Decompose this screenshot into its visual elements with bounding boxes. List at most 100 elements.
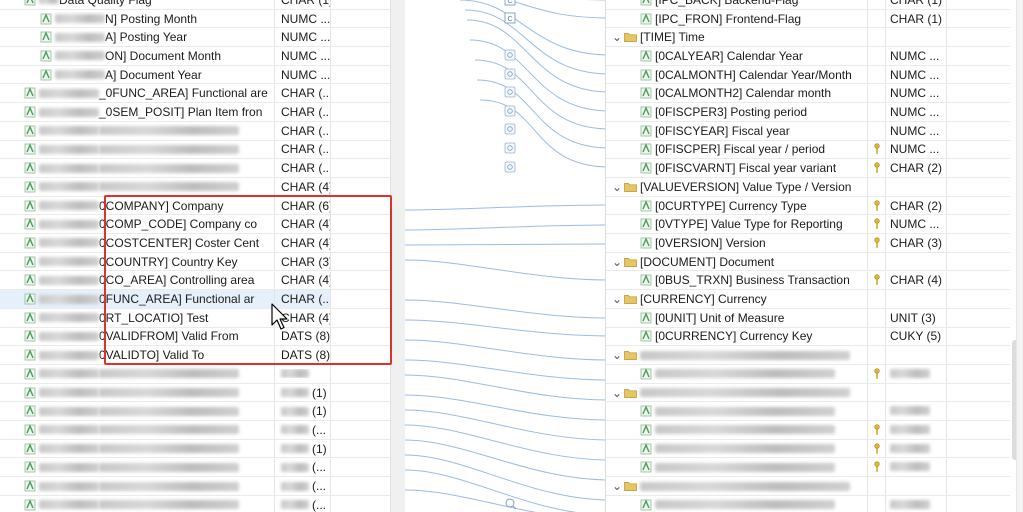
source-field-row[interactable]: 0VALIDTO] Valid To DATS (8) xyxy=(0,346,390,365)
mapping-line[interactable] xyxy=(405,489,605,512)
target-field-row[interactable]: [0FISCPER3] Posting period NUMC ... xyxy=(606,103,1010,122)
transformation-rule-icon[interactable] xyxy=(504,161,516,173)
transformation-rule-icon[interactable] xyxy=(504,49,516,61)
source-field-row[interactable]: A] Document Year NUMC ... xyxy=(0,65,390,85)
transformation-rule-icon[interactable]: C xyxy=(504,12,516,24)
transformation-rule-icon[interactable] xyxy=(504,68,516,80)
source-field-row[interactable]: 0COSTCENTER] Coster Cent CHAR (4) xyxy=(0,234,390,253)
target-group-row[interactable]: ⌄ [DOCUMENT] Document xyxy=(606,252,1010,272)
target-field-row[interactable] xyxy=(606,495,1010,512)
mapping-line[interactable] xyxy=(405,259,605,281)
mapping-area: CC xyxy=(405,0,605,512)
mapping-line[interactable] xyxy=(405,439,605,481)
source-field-row[interactable]: (... xyxy=(0,421,390,440)
target-extra-cell xyxy=(946,9,1010,28)
target-field-row[interactable]: [0FISCYEAR] Fiscal year NUMC ... xyxy=(606,121,1010,141)
target-field-row[interactable]: [0BUS_TRXN] Business Transaction CHAR (4) xyxy=(606,271,1010,291)
source-field-row[interactable]: _0FUNC_AREA] Functional are CHAR (... xyxy=(0,84,390,104)
chevron-down-icon[interactable]: ⌄ xyxy=(610,181,624,193)
target-group-row[interactable]: ⌄ xyxy=(606,477,1010,496)
transformation-rule-icon[interactable]: C xyxy=(504,0,516,6)
chevron-down-icon[interactable]: ⌄ xyxy=(610,256,624,268)
mapping-line[interactable] xyxy=(479,99,605,168)
target-group-row[interactable]: ⌄ [TIME] Time xyxy=(606,28,1010,48)
mapping-line[interactable] xyxy=(405,243,605,246)
source-field-row[interactable]: 0FUNC_AREA] Functional ar CHAR (... xyxy=(0,290,390,309)
target-field-row[interactable] xyxy=(606,402,1010,422)
source-field-row[interactable]: N] Posting Month NUMC ... xyxy=(0,9,390,29)
source-field-name-cell: 0COMP_CODE] Company co xyxy=(0,215,275,234)
target-field-row[interactable]: [0FISCVARNT] Fiscal year variant CHAR (2) xyxy=(606,159,1010,178)
target-field-row[interactable]: [IPC_BACK] Backend-Flag CHAR (1) xyxy=(606,0,1010,10)
source-field-row[interactable]: CHAR (... xyxy=(0,140,390,160)
source-field-row[interactable]: CHAR (4) xyxy=(0,178,390,197)
source-field-row[interactable] xyxy=(0,365,390,384)
source-field-row[interactable]: (1) xyxy=(0,402,390,422)
source-field-row[interactable]: ON] Document Month NUMC ... xyxy=(0,47,390,66)
target-group-row[interactable]: ⌄ [CURRENCY] Currency xyxy=(606,290,1010,309)
chevron-down-icon[interactable]: ⌄ xyxy=(610,387,624,399)
source-field-row[interactable]: A] Posting Year NUMC ... xyxy=(0,28,390,48)
source-field-row[interactable]: (1) xyxy=(0,383,390,403)
source-field-row[interactable]: (... xyxy=(0,477,390,496)
target-field-row[interactable] xyxy=(606,365,1010,384)
target-field-row[interactable]: [IPC_FRON] Frontend-Flag CHAR (1) xyxy=(606,9,1010,29)
source-field-row[interactable]: CHAR (... xyxy=(0,159,390,178)
source-field-extra-cell xyxy=(330,215,390,234)
target-field-row[interactable] xyxy=(606,458,1010,478)
key-icon xyxy=(873,368,880,379)
source-field-row[interactable]: CHAR (... xyxy=(0,121,390,141)
target-group-row[interactable]: ⌄ [VALUEVERSION] Value Type / Version xyxy=(606,178,1010,197)
mapping-line[interactable] xyxy=(405,204,605,211)
source-field-row[interactable]: 0COUNTRY] Country Key CHAR (3) xyxy=(0,252,390,272)
key-cell xyxy=(868,327,886,346)
chevron-down-icon[interactable]: ⌄ xyxy=(610,349,624,361)
chevron-down-icon[interactable]: ⌄ xyxy=(610,31,624,43)
chevron-down-icon[interactable]: ⌄ xyxy=(610,480,624,492)
key-icon xyxy=(873,237,880,248)
field-icon xyxy=(40,50,52,62)
transformation-rule-icon[interactable] xyxy=(504,142,516,154)
target-field-row[interactable]: [0CALMONTH2] Calendar month NUMC ... xyxy=(606,84,1010,104)
source-field-row[interactable]: 0VALIDFROM] Valid From DATS (8) xyxy=(0,327,390,347)
transformation-rule-icon[interactable] xyxy=(504,123,516,135)
mapping-line[interactable] xyxy=(405,319,605,337)
target-field-row[interactable] xyxy=(606,421,1010,440)
target-field-row[interactable]: [0FISCPER] Fiscal year / period NUMC ... xyxy=(606,140,1010,160)
source-field-name-cell: 0COSTCENTER] Coster Cent xyxy=(0,234,275,252)
target-field-row[interactable]: [0CURRENCY] Currency Key CUKY (5) xyxy=(606,327,1010,347)
source-field-row[interactable]: (... xyxy=(0,495,390,512)
source-field-row[interactable]: 0COMP_CODE] Company co CHAR (4) xyxy=(0,215,390,235)
source-field-row[interactable]: Data Quality Flag CHAR (1) xyxy=(0,0,390,10)
field-icon xyxy=(24,424,36,436)
target-field-row[interactable]: [0CURTYPE] Currency Type CHAR (2) xyxy=(606,196,1010,216)
target-field-row[interactable]: [0VERSION] Version CHAR (3) xyxy=(606,234,1010,253)
mapping-line[interactable] xyxy=(405,339,605,361)
transformation-rule-icon[interactable] xyxy=(504,86,516,98)
target-field-row[interactable]: [0CALMONTH] Calendar Year/Month NUMC ... xyxy=(606,65,1010,85)
source-field-row[interactable]: 0RT_LOCATIO] Test CHAR (4) xyxy=(0,308,390,328)
source-field-row[interactable]: 0CO_AREA] Controlling area CHAR (4) xyxy=(0,271,390,291)
source-field-label: 0VALIDTO] Valid To xyxy=(99,348,205,363)
mapping-line[interactable] xyxy=(459,0,605,56)
source-field-row[interactable]: _0SEM_POSIT] Plan Item fron CHAR (... xyxy=(0,103,390,122)
left-scrollbar[interactable] xyxy=(390,0,405,512)
chevron-down-icon[interactable]: ⌄ xyxy=(610,293,624,305)
mapping-line[interactable] xyxy=(465,0,605,19)
target-field-row[interactable]: [0UNIT] Unit of Measure UNIT (3) xyxy=(606,308,1010,328)
source-field-label: 0VALIDFROM] Valid From xyxy=(99,329,239,344)
source-field-row[interactable]: 0COMPANY] Company CHAR (6) xyxy=(0,196,390,216)
mapping-line[interactable] xyxy=(405,224,605,231)
target-group-row[interactable]: ⌄ xyxy=(606,346,1010,365)
source-field-name-cell xyxy=(0,140,275,159)
source-field-row[interactable]: (... xyxy=(0,458,390,478)
transformation-rule-icon[interactable] xyxy=(504,105,516,117)
mapping-line[interactable] xyxy=(405,299,605,319)
target-field-row[interactable] xyxy=(606,439,1010,459)
target-field-row[interactable]: [0VTYPE] Value Type for Reporting NUMC ..… xyxy=(606,215,1010,235)
mapping-line[interactable] xyxy=(405,409,605,441)
source-field-row[interactable]: (1) xyxy=(0,439,390,459)
target-group-row[interactable]: ⌄ xyxy=(606,383,1010,403)
target-field-row[interactable]: [0CALYEAR] Calendar Year NUMC ... xyxy=(606,47,1010,66)
key-cell xyxy=(868,84,886,103)
